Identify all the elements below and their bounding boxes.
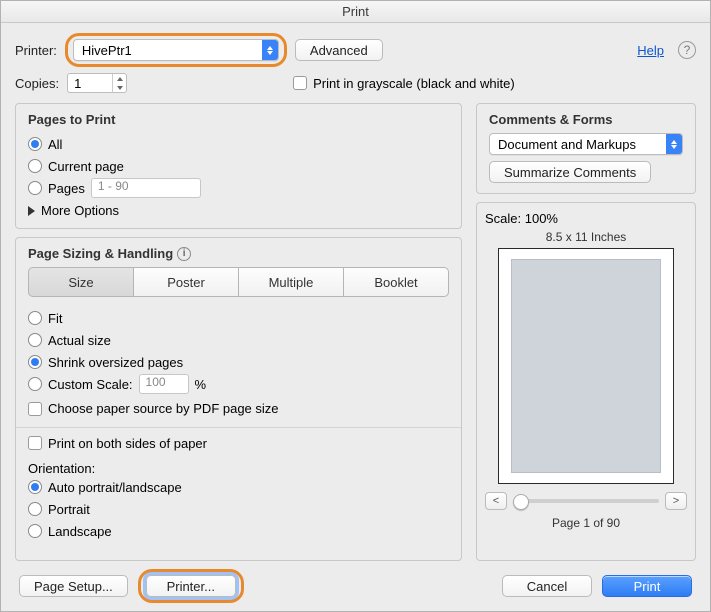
fit-label: Fit: [48, 311, 62, 326]
actual-label: Actual size: [48, 333, 111, 348]
summarize-button[interactable]: Summarize Comments: [489, 161, 651, 183]
scale-label: Scale: 100%: [485, 211, 558, 226]
select-arrows-icon: [262, 40, 278, 60]
info-icon[interactable]: i: [177, 247, 191, 261]
grayscale-label: Print in grayscale (black and white): [313, 76, 515, 91]
radio-icon: [28, 311, 42, 325]
page-range-input[interactable]: 1 - 90: [91, 178, 201, 198]
printer-select-highlight: HivePtr1: [65, 33, 287, 67]
radio-current-label: Current page: [48, 159, 124, 174]
checkbox-box-icon: [293, 76, 307, 90]
page-indicator: Page 1 of 90: [552, 516, 620, 530]
printer-button[interactable]: Printer...: [146, 575, 236, 597]
radio-auto-orient[interactable]: Auto portrait/landscape: [28, 476, 449, 498]
comments-selected: Document and Markups: [498, 137, 636, 152]
radio-icon: [28, 181, 42, 195]
radio-icon: [28, 333, 42, 347]
pages-to-print-group: Pages to Print All Current page Pages 1 …: [15, 103, 462, 229]
divider: [16, 427, 461, 428]
radio-icon: [28, 502, 42, 516]
comments-select[interactable]: Document and Markups: [489, 133, 683, 155]
next-page-button[interactable]: >: [665, 492, 687, 510]
page-setup-button[interactable]: Page Setup...: [19, 575, 128, 597]
disclosure-triangle-icon: [28, 206, 35, 216]
copies-value: 1: [74, 76, 81, 91]
tab-booklet[interactable]: Booklet: [343, 267, 449, 297]
radio-pages[interactable]: Pages 1 - 90: [28, 177, 449, 199]
radio-portrait[interactable]: Portrait: [28, 498, 449, 520]
page-slider[interactable]: [513, 499, 659, 503]
prev-page-button[interactable]: <: [485, 492, 507, 510]
help-icon[interactable]: ?: [678, 41, 696, 59]
landscape-label: Landscape: [48, 524, 112, 539]
radio-all-label: All: [48, 137, 62, 152]
portrait-label: Portrait: [48, 502, 90, 517]
radio-landscape[interactable]: Landscape: [28, 520, 449, 542]
tab-multiple[interactable]: Multiple: [238, 267, 344, 297]
print-dialog: Print Printer: HivePtr1 Advanced Help ? …: [0, 0, 711, 612]
window-title: Print: [1, 1, 710, 23]
checkbox-box-icon: [28, 436, 42, 450]
sizing-title: Page Sizing & Handling: [28, 246, 173, 261]
more-options-label: More Options: [41, 203, 119, 218]
radio-actual[interactable]: Actual size: [28, 329, 449, 351]
radio-icon: [28, 137, 42, 151]
page-preview: [498, 248, 674, 484]
more-options-toggle[interactable]: More Options: [28, 203, 449, 218]
comments-group: Comments & Forms Document and Markups Su…: [476, 103, 696, 194]
sizing-group: Page Sizing & Handling i Size Poster Mul…: [15, 237, 462, 561]
page-preview-inner: [511, 259, 661, 473]
custom-label: Custom Scale:: [48, 377, 133, 392]
radio-custom[interactable]: Custom Scale: 100 %: [28, 373, 449, 395]
radio-icon: [28, 377, 42, 391]
help-link[interactable]: Help: [637, 43, 664, 58]
checkbox-box-icon: [28, 402, 42, 416]
choose-paper-checkbox[interactable]: Choose paper source by PDF page size: [28, 401, 279, 416]
advanced-button[interactable]: Advanced: [295, 39, 383, 61]
radio-icon: [28, 159, 42, 173]
printer-button-highlight: Printer...: [138, 569, 244, 603]
shrink-label: Shrink oversized pages: [48, 355, 183, 370]
percent-label: %: [195, 377, 207, 392]
orientation-title: Orientation:: [28, 461, 449, 476]
radio-all[interactable]: All: [28, 133, 449, 155]
paper-size-label: 8.5 x 11 Inches: [546, 230, 627, 244]
radio-fit[interactable]: Fit: [28, 307, 449, 329]
printer-label: Printer:: [15, 43, 57, 58]
sizing-tabs: Size Poster Multiple Booklet: [28, 267, 449, 297]
tab-size[interactable]: Size: [28, 267, 134, 297]
duplex-label: Print on both sides of paper: [48, 436, 207, 451]
radio-icon: [28, 524, 42, 538]
print-button[interactable]: Print: [602, 575, 692, 597]
copies-label: Copies:: [15, 76, 59, 91]
copies-input[interactable]: 1: [67, 73, 127, 93]
select-arrows-icon: [666, 134, 682, 154]
custom-scale-input[interactable]: 100: [139, 374, 189, 394]
copies-stepper[interactable]: [112, 74, 126, 92]
preview-panel: Scale: 100% 8.5 x 11 Inches < > Page 1 o…: [476, 202, 696, 561]
printer-selected: HivePtr1: [82, 43, 132, 58]
tab-poster[interactable]: Poster: [133, 267, 239, 297]
radio-shrink[interactable]: Shrink oversized pages: [28, 351, 449, 373]
choose-paper-label: Choose paper source by PDF page size: [48, 401, 279, 416]
radio-icon: [28, 355, 42, 369]
radio-icon: [28, 480, 42, 494]
auto-label: Auto portrait/landscape: [48, 480, 182, 495]
cancel-button[interactable]: Cancel: [502, 575, 592, 597]
pages-title: Pages to Print: [28, 112, 449, 127]
duplex-checkbox[interactable]: Print on both sides of paper: [28, 436, 207, 451]
comments-title: Comments & Forms: [489, 112, 683, 127]
radio-current[interactable]: Current page: [28, 155, 449, 177]
grayscale-checkbox[interactable]: Print in grayscale (black and white): [293, 76, 515, 91]
radio-pages-label: Pages: [48, 181, 85, 196]
printer-select[interactable]: HivePtr1: [73, 39, 279, 61]
